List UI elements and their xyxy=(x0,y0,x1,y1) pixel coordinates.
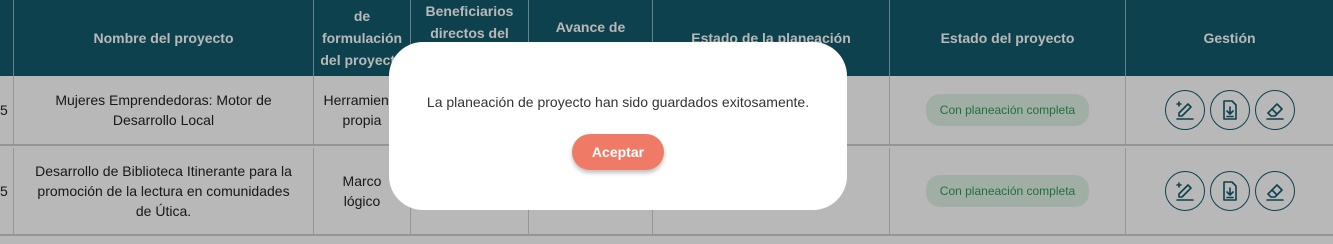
success-dialog: La planeación de proyecto han sido guard… xyxy=(389,42,847,210)
accept-button[interactable]: Aceptar xyxy=(572,134,664,170)
dialog-message: La planeación de proyecto han sido guard… xyxy=(426,94,810,110)
